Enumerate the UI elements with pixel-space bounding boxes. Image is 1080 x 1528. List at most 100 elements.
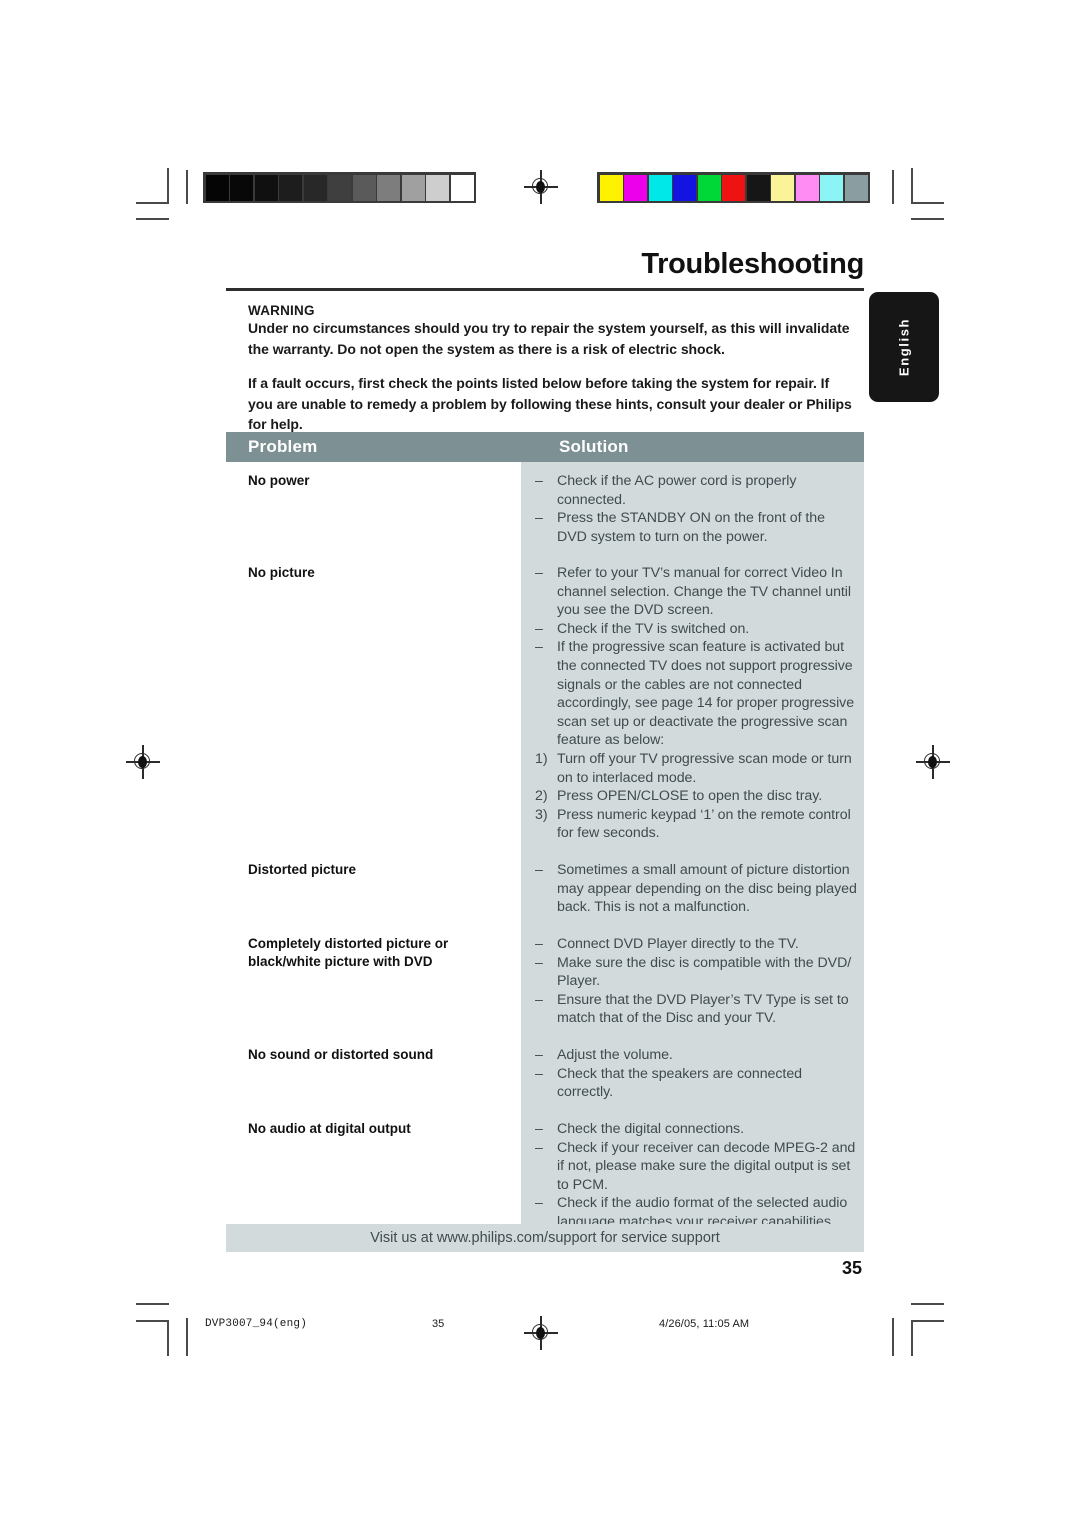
- crop-mark-top-left-lower: [136, 218, 169, 220]
- solution-item: 1) Turn off your TV progressive scan mode…: [535, 750, 858, 787]
- crop-mark-top-left-vertical: [167, 168, 169, 204]
- color-swatch-2: [648, 174, 672, 201]
- solution-text: Check the digital connections.: [557, 1121, 744, 1137]
- solution-item: – Make sure the disc is compatible with t…: [535, 954, 858, 991]
- problem-label: No sound or distorted sound: [248, 1047, 434, 1062]
- problem-label: Distorted picture: [248, 862, 357, 877]
- solution-text: Check if the AC power cord is properly c…: [557, 473, 797, 508]
- language-tab-english: English: [869, 292, 939, 402]
- solution-text: Check that the speakers are connected co…: [557, 1065, 803, 1101]
- column-header-problem: Problem: [248, 437, 318, 456]
- solution-marker: –: [535, 991, 543, 1008]
- problem-cell: Completely distorted picture or black/wh…: [226, 935, 521, 1046]
- solution-item: – Check the digital connections.: [535, 1120, 858, 1139]
- problem-cell: No sound or distorted sound: [226, 1046, 521, 1120]
- solution-marker: –: [535, 1121, 543, 1137]
- table-header-row: Problem Solution: [226, 432, 864, 462]
- solution-item: – Check that the speakers are connected c…: [535, 1065, 858, 1102]
- page-number: 35: [841, 1258, 862, 1278]
- crop-mark-top-right-horizontal: [911, 202, 944, 204]
- color-swatch-7: [771, 174, 794, 201]
- grayscale-swatch-2: [254, 174, 278, 201]
- solution-marker: –: [535, 1195, 543, 1212]
- print-footer-date: 4/26/05, 11:05 AM: [659, 1318, 750, 1330]
- support-footer-bar: Visit us at www.philips.com/support for …: [226, 1224, 864, 1252]
- color-swatch-1: [624, 174, 647, 201]
- title-divider: [226, 288, 864, 291]
- grayscale-swatch-5: [328, 174, 351, 201]
- solution-marker: 3): [535, 806, 548, 823]
- solution-cell: – Check if the AC power cord is properly …: [535, 472, 858, 564]
- grayscale-swatch-8: [401, 174, 425, 201]
- solution-text: Connect DVD Player directly to the TV.: [557, 936, 799, 952]
- troubleshooting-table: Problem Solution No power No picture Disto…: [226, 432, 864, 1250]
- solution-cell: – Sometimes a small amount of picture dis…: [535, 861, 858, 935]
- print-footer-page: 35: [432, 1318, 445, 1330]
- solution-cell: – Adjust the volume. – Check that the speak…: [535, 1046, 858, 1120]
- warning-heading: WARNING: [248, 303, 315, 318]
- solution-item: 3) Press numeric keypad ‘1’ on the remote…: [535, 806, 858, 843]
- crop-mark-top-right-lower: [911, 218, 944, 220]
- problem-cell: No picture: [226, 564, 521, 861]
- solution-marker: –: [535, 1047, 543, 1063]
- solution-marker: –: [535, 862, 543, 878]
- solution-text: Check if the TV is switched on.: [557, 620, 750, 637]
- solution-item: – Check if the AC power cord is properly …: [535, 472, 858, 509]
- solution-item: – Check if the TV is switched on.: [535, 620, 858, 639]
- solution-marker: –: [535, 954, 543, 971]
- solution-marker: –: [535, 936, 543, 952]
- grayscale-calibration-bar: [203, 172, 476, 203]
- solution-marker: –: [535, 1065, 543, 1082]
- grayscale-swatch-9: [426, 174, 449, 201]
- solution-text: Sometimes a small amount of picture dist…: [557, 862, 857, 916]
- column-header-solution: Solution: [559, 437, 629, 456]
- table-body: No power No picture Distorted picture Compl…: [226, 462, 864, 1250]
- solution-text: Press OPEN/CLOSE to open the disc tray.: [557, 788, 823, 805]
- warning-paragraph-1: Under no circumstances should you try to…: [248, 320, 850, 357]
- problem-label: No power: [248, 473, 310, 488]
- color-swatch-10: [844, 174, 868, 201]
- page-title: Troubleshooting: [641, 248, 864, 280]
- solution-item: – Refer to your TV’s manual for correct V…: [535, 564, 858, 620]
- solution-text: Check if your receiver can decode MPEG-2…: [557, 1139, 856, 1193]
- solution-item: – Check if your receiver can decode MPEG-…: [535, 1139, 858, 1195]
- print-footer-filename: DVP3007_94(eng): [205, 1318, 308, 1330]
- support-footer-text: Visit us at www.philips.com/support for …: [370, 1230, 720, 1246]
- solution-cell: – Refer to your TV’s manual for correct V…: [535, 564, 858, 861]
- problem-cell: No power: [226, 472, 521, 564]
- solution-item: 2) Press OPEN/CLOSE to open the disc tray…: [535, 787, 858, 806]
- warning-paragraph-2: If a fault occurs, first check the point…: [248, 375, 852, 432]
- warning-block: WARNING Under no circumstances should yo…: [248, 303, 856, 435]
- color-swatch-9: [820, 174, 843, 201]
- color-swatch-4: [697, 174, 721, 201]
- solution-text: Ensure that the DVD Player’s TV Type is …: [557, 991, 849, 1027]
- problem-column: No power No picture Distorted picture Compl…: [226, 462, 521, 1250]
- print-footer: DVP3007_94(eng) 35 4/26/05, 11:05 AM: [0, 1318, 1080, 1336]
- color-swatch-5: [722, 174, 745, 201]
- grayscale-swatch-1: [230, 174, 253, 201]
- solution-marker: –: [535, 639, 543, 656]
- solution-marker: 2): [535, 788, 548, 805]
- solution-marker: –: [535, 620, 543, 637]
- solution-item: – Connect DVD Player directly to the TV.: [535, 935, 858, 954]
- solution-text: Adjust the volume.: [557, 1047, 673, 1063]
- crop-mark-bottom-right-horizontal: [911, 1303, 944, 1305]
- solution-marker: –: [535, 510, 543, 527]
- solution-marker: –: [535, 1139, 543, 1156]
- solution-text: Turn off your TV progressive scan mode o…: [557, 750, 852, 786]
- grayscale-swatch-6: [352, 174, 376, 201]
- crop-mark-bottom-left-horizontal: [136, 1303, 169, 1305]
- solution-text: Make sure the disc is compatible with th…: [557, 954, 852, 990]
- solution-item: – Press the STANDBY ON on the front of th…: [535, 509, 858, 546]
- crop-mark-top-left-inner-bar: [186, 170, 188, 204]
- solution-text: If the progressive scan feature is activ…: [557, 639, 855, 749]
- grayscale-swatch-4: [303, 174, 327, 201]
- registration-mark-top-center: [524, 170, 558, 204]
- solution-marker: –: [535, 473, 543, 489]
- color-swatch-3: [673, 174, 696, 201]
- color-calibration-bar: [597, 172, 870, 203]
- solution-text: Press numeric keypad ‘1’ on the remote c…: [557, 806, 851, 842]
- solution-item: – Sometimes a small amount of picture dis…: [535, 861, 858, 917]
- grayscale-swatch-7: [377, 174, 400, 201]
- grayscale-swatch-3: [279, 174, 302, 201]
